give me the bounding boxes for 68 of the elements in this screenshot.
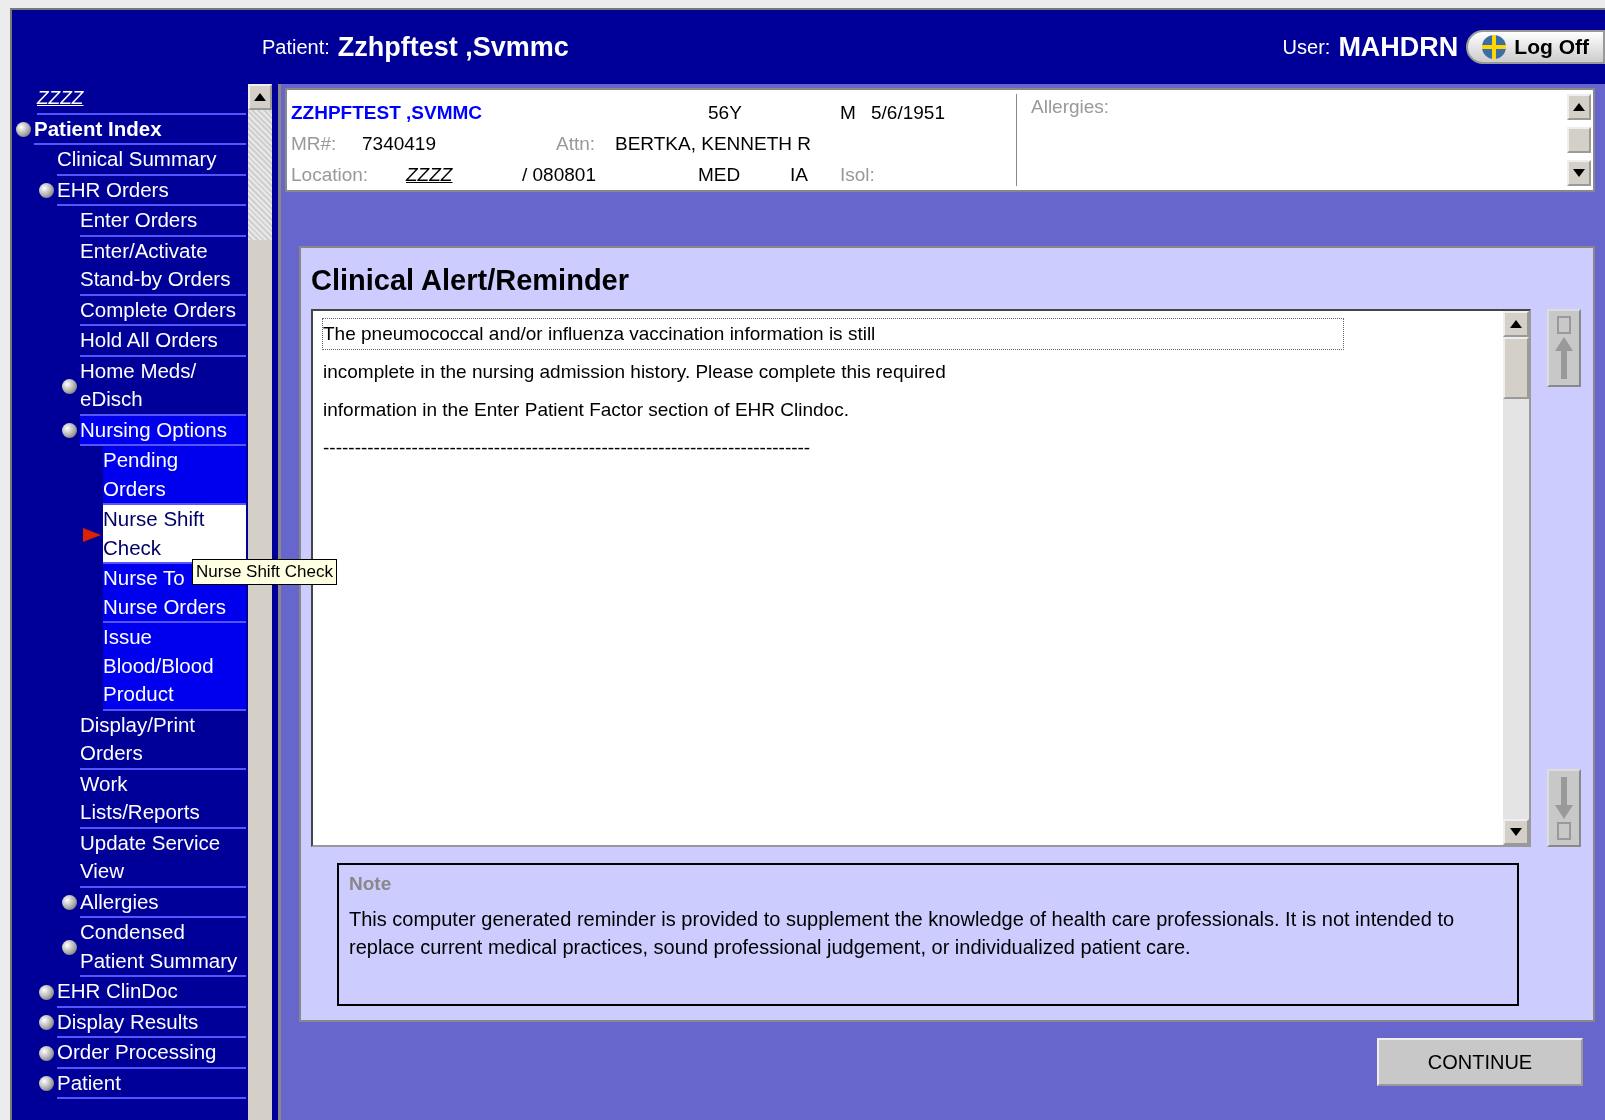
- continue-button[interactable]: CONTINUE: [1377, 1038, 1583, 1086]
- sidebar-item[interactable]: Enter Orders: [80, 206, 246, 237]
- page-up-button[interactable]: [1547, 309, 1581, 387]
- scroll-thumb[interactable]: [248, 110, 272, 240]
- service-text: MED: [698, 163, 742, 186]
- page-down-icon: [1553, 775, 1575, 841]
- attending-name: BERTKA, KENNETH R: [615, 132, 813, 155]
- allergies-label: Allergies:: [1030, 95, 1111, 119]
- location-link[interactable]: ZZZZ: [37, 84, 246, 115]
- attn-label: Attn:: [556, 132, 597, 155]
- up-arrow-icon: [1573, 103, 1585, 111]
- scroll-thumb[interactable]: [1503, 337, 1529, 399]
- location-label: Location:: [291, 163, 370, 186]
- admit-type: IA: [790, 163, 809, 186]
- sidebar-item[interactable]: Patient Index: [34, 114, 246, 145]
- tooltip: Nurse Shift Check: [192, 559, 337, 585]
- log-off-button[interactable]: Log Off: [1466, 30, 1605, 64]
- sidebar-item[interactable]: Allergies: [80, 887, 246, 918]
- mr-number: 7340419: [362, 132, 437, 155]
- message-line: The pneumococcal and/or influenza vaccination information is still: [323, 319, 1343, 349]
- patient-label: Patient:: [262, 35, 330, 59]
- scroll-up-button[interactable]: [1503, 311, 1529, 337]
- room-number: / 080801: [522, 163, 597, 186]
- up-arrow-icon: [254, 93, 266, 101]
- sidebar-item[interactable]: EHR ClinDoc: [57, 977, 246, 1008]
- location-link[interactable]: ZZZZ: [406, 163, 522, 186]
- sidebar-item[interactable]: Nursing Options: [80, 415, 246, 446]
- scroll-down-button[interactable]: [1503, 819, 1529, 845]
- sidebar-item[interactable]: Issue Blood/Blood Product: [103, 623, 246, 711]
- scroll-up-button[interactable]: [248, 84, 272, 110]
- sidebar-item[interactable]: Condensed Patient Summary: [80, 918, 246, 977]
- note-text: This computer generated reminder is provided to supplement the knowledge of health care professionals. It is not intended to replace current medical practices, sound professional judgement, or individualized patient care.: [349, 907, 1456, 960]
- patient-banner-name: ZZHPFTEST ,SVMMC: [291, 101, 484, 124]
- sidebar-item[interactable]: Update Service View: [80, 828, 246, 888]
- message-line: information in the Enter Patient Factor section of EHR Clindoc.: [323, 398, 850, 422]
- user-label: User:: [1282, 35, 1331, 59]
- sidebar-item[interactable]: Nurse Shift Check: [103, 505, 246, 564]
- scroll-up-button[interactable]: [1567, 94, 1591, 120]
- sidebar-item[interactable]: Order Processing: [57, 1038, 246, 1069]
- scroll-down-button[interactable]: [1567, 160, 1591, 186]
- message-line: -----------------------------------------------------------------------------: [323, 436, 812, 460]
- scroll-thumb[interactable]: [1567, 127, 1591, 153]
- alert-title: Clinical Alert/Reminder: [311, 264, 630, 297]
- sidebar-item[interactable]: Patient: [57, 1068, 246, 1099]
- sidebar-item[interactable]: Complete Orders: [80, 295, 246, 326]
- note-title: Note: [349, 873, 393, 895]
- sidebar-item[interactable]: Clinical Summary: [57, 145, 246, 176]
- patient-dob: 5/6/1951: [871, 101, 946, 124]
- user-name: MAHDRN: [1338, 31, 1459, 63]
- sidebar-item[interactable]: Display Results: [57, 1007, 246, 1038]
- pointer-icon: [83, 527, 101, 542]
- patient-name: Zzhpftest ,Svmmc: [337, 31, 569, 63]
- mr-label: MR#:: [291, 132, 338, 155]
- sidebar-item[interactable]: Work Lists/Reports: [80, 769, 246, 829]
- isolation-label: Isol:: [840, 163, 876, 186]
- patient-age: 56Y: [708, 101, 743, 124]
- sidebar-item[interactable]: EHR Orders: [57, 175, 246, 206]
- patient-sex: M: [840, 101, 857, 124]
- down-arrow-icon: [1573, 169, 1585, 177]
- up-arrow-icon: [1510, 320, 1522, 328]
- message-line: incomplete in the nursing admission history. Please complete this required: [323, 360, 947, 384]
- sidebar-item[interactable]: Hold All Orders: [80, 326, 246, 357]
- sidebar-item[interactable]: Pending Orders: [103, 446, 246, 505]
- page-down-button[interactable]: [1547, 769, 1581, 847]
- page-up-icon: [1553, 315, 1575, 381]
- sidebar-item[interactable]: Enter/Activate Stand-by Orders: [80, 236, 246, 296]
- down-arrow-icon: [1510, 828, 1522, 836]
- sidebar-item[interactable]: Display/Print Orders: [80, 710, 246, 770]
